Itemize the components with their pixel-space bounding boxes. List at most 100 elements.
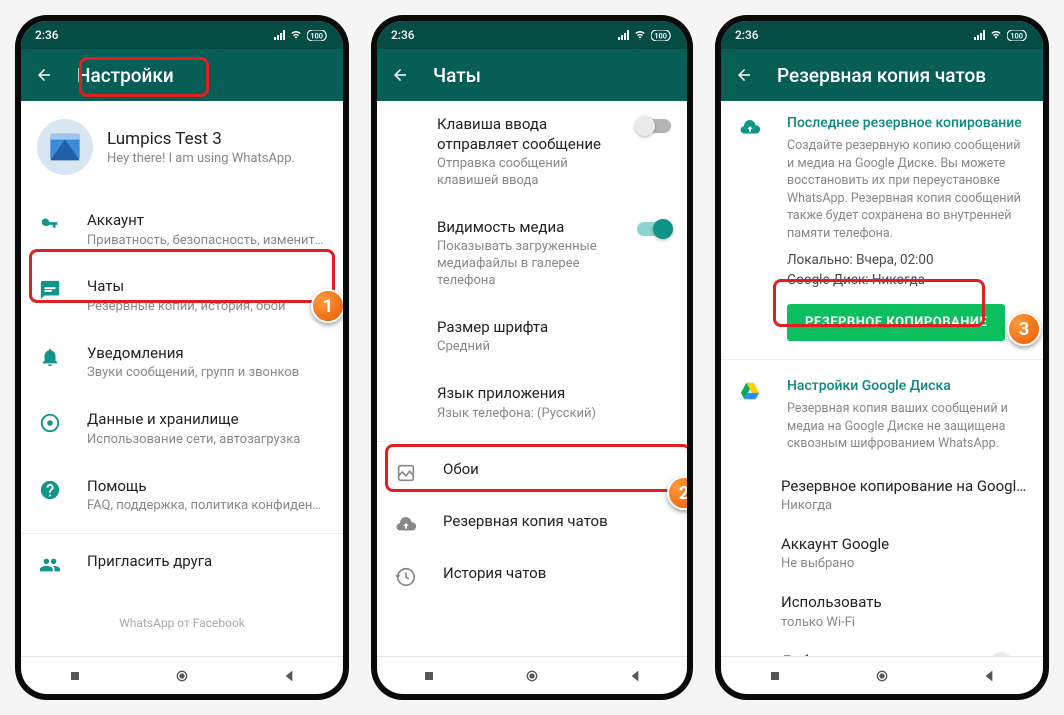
phone-1: 2:36 100 Настройки Lumpics Test 3 Hey th… (15, 15, 349, 700)
page-title: Настройки (77, 64, 174, 87)
label: Видимость медиа (437, 218, 611, 238)
svg-text:100: 100 (310, 31, 323, 40)
page-title: Резервная копия чатов (777, 64, 986, 87)
data-icon (39, 412, 61, 434)
label: Резервная копия чатов (443, 512, 671, 532)
sub: Резервные копии, история, обои (87, 299, 327, 316)
page-title: Чаты (433, 64, 481, 87)
section-last-backup: Последнее резервное копирование Создайте… (721, 101, 1043, 355)
row-google-account[interactable]: Аккаунт GoogleНе выбрано (721, 525, 1043, 583)
sub: Язык телефона: (Русский) (437, 406, 671, 423)
back-icon[interactable] (391, 66, 409, 84)
gdrive-desc: Резервная копия ваших сообщений и медиа … (787, 400, 1027, 453)
label: Чаты (87, 277, 327, 297)
app-bar: Резервная копия чатов (721, 49, 1043, 101)
battery-icon: 100 (307, 30, 329, 41)
last-backup-heading: Последнее резервное копирование (787, 115, 1027, 131)
backup-button[interactable]: РЕЗЕРВНОЕ КОПИРОВАНИЕ (787, 304, 1005, 341)
label: Уведомления (87, 344, 327, 364)
toggle-enter[interactable] (637, 119, 671, 133)
status-bar: 2:36 100 (377, 21, 687, 49)
profile-row[interactable]: Lumpics Test 3 Hey there! I am using Wha… (21, 101, 343, 197)
help-icon (39, 479, 61, 501)
row-backup[interactable]: Резервная копия чатов (377, 498, 687, 550)
sub: только Wi-Fi (781, 615, 1027, 632)
label: Использовать (781, 593, 1027, 613)
wifi-icon (989, 30, 1003, 40)
nav-back-icon[interactable] (281, 668, 297, 684)
nav-recent-icon[interactable] (421, 668, 437, 684)
nav-home-icon[interactable] (874, 668, 890, 684)
wifi-icon (289, 30, 303, 40)
svg-text:100: 100 (1010, 31, 1023, 40)
row-notifications[interactable]: УведомленияЗвуки сообщений, групп и звон… (21, 330, 343, 396)
nav-recent-icon[interactable] (67, 668, 83, 684)
nav-bar (721, 656, 1043, 694)
back-icon[interactable] (735, 66, 753, 84)
nav-back-icon[interactable] (981, 668, 997, 684)
row-backup-frequency[interactable]: Резервное копирование на Google...Никогд… (721, 467, 1043, 525)
nav-bar (21, 656, 343, 694)
label: Клавиша ввода отправляет сообщение (437, 115, 611, 154)
nav-home-icon[interactable] (524, 668, 540, 684)
label: Резервное копирование на Google... (781, 477, 1027, 497)
row-media-visibility[interactable]: Видимость медиаПоказывать загруженные ме… (377, 204, 687, 304)
sub: Средний (437, 339, 671, 356)
history-icon (395, 566, 417, 588)
nav-home-icon[interactable] (174, 668, 190, 684)
label: Язык приложения (437, 384, 671, 404)
toggle-media[interactable] (637, 222, 671, 236)
phone-3: 2:36 100 Резервная копия чатов Последнее… (715, 15, 1049, 700)
cloud-upload-icon (739, 117, 761, 139)
profile-name: Lumpics Test 3 (107, 129, 295, 149)
status-bar: 2:36 100 (21, 21, 343, 49)
avatar (37, 119, 93, 175)
label: Пригласить друга (87, 552, 327, 572)
row-chats[interactable]: Чаты Резервные копии, история, обои (21, 263, 343, 329)
divider (721, 359, 1043, 360)
row-app-language[interactable]: Язык приложения Язык телефона: (Русский) (377, 370, 687, 436)
bell-icon (39, 346, 61, 368)
profile-status: Hey there! I am using WhatsApp. (107, 151, 295, 166)
key-icon (39, 213, 61, 235)
status-icons: 100 (274, 30, 329, 41)
label: История чатов (443, 564, 671, 584)
nav-back-icon[interactable] (627, 668, 643, 684)
battery-icon: 100 (651, 30, 673, 41)
phone-2: 2:36 100 Чаты Клавиша ввода отправляет с… (371, 15, 693, 700)
row-network[interactable]: Использовать только Wi-Fi (721, 583, 1043, 641)
row-font-size[interactable]: Размер шрифтаСредний (377, 304, 687, 370)
section-gdrive-settings: Настройки Google Диска Резервная копия в… (721, 364, 1043, 467)
label: Аккаунт (87, 211, 327, 231)
nav-recent-icon[interactable] (767, 668, 783, 684)
wifi-icon (633, 30, 647, 40)
row-data[interactable]: Данные и хранилищеИспользование сети, ав… (21, 396, 343, 462)
svg-text:100: 100 (654, 31, 667, 40)
status-icons: 100 (974, 30, 1029, 41)
sub: Показывать загруженные медиафайлы в гале… (437, 239, 611, 290)
back-icon[interactable] (35, 66, 53, 84)
nav-bar (377, 656, 687, 694)
row-include-video[interactable]: Добавить видео (721, 642, 1043, 656)
row-history[interactable]: История чатов (377, 550, 687, 602)
app-bar: Настройки (21, 49, 343, 101)
sub: Звуки сообщений, групп и звонков (87, 365, 327, 382)
gdrive-icon (739, 380, 761, 402)
divider (21, 533, 343, 534)
label: Размер шрифта (437, 318, 671, 338)
last-backup-desc: Создайте резервную копию сообщений и мед… (787, 137, 1027, 242)
label: Добавить видео (781, 652, 967, 656)
row-invite[interactable]: Пригласить друга (21, 538, 343, 590)
row-account[interactable]: АккаунтПриватность, безопасность, измени… (21, 197, 343, 263)
app-bar: Чаты (377, 49, 687, 101)
sub: Не выбрано (781, 556, 1027, 573)
row-wallpaper[interactable]: Обои (377, 446, 687, 498)
row-enter-key[interactable]: Клавиша ввода отправляет сообщениеОтправ… (377, 101, 687, 204)
status-time: 2:36 (35, 28, 274, 42)
signal-icon (974, 30, 985, 40)
row-help[interactable]: ПомощьFAQ, поддержка, политика конфиденц… (21, 463, 343, 529)
label: Обои (443, 460, 671, 480)
label: Помощь (87, 477, 327, 497)
people-icon (39, 554, 61, 576)
cloud-upload-icon (395, 514, 417, 536)
